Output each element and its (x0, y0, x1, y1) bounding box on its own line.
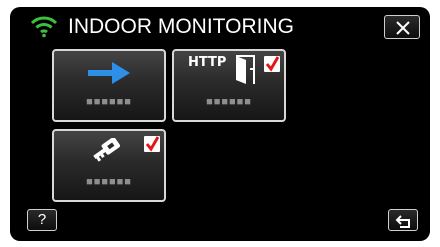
tile-label: ■■■■■■ (86, 96, 132, 108)
key-icon (93, 138, 121, 162)
door-icon (236, 55, 255, 84)
close-button[interactable] (384, 15, 420, 39)
back-button[interactable] (388, 209, 418, 231)
page-title: INDOOR MONITORING (68, 15, 294, 38)
tile-key-button[interactable]: ■■■■■■ (52, 129, 166, 202)
return-icon (395, 215, 410, 228)
wifi-icon (31, 16, 57, 38)
tile-http-button[interactable]: HTTP ■■■■■■ (172, 49, 286, 122)
screen: INDOOR MONITORING ■■■■■■ HTTP ■■■■■■ ■■■… (10, 7, 430, 241)
help-button[interactable]: ? (27, 209, 57, 231)
tile-label: ■■■■■■ (206, 96, 252, 108)
arrow-right-icon (88, 62, 130, 84)
checkbox-checked-icon (264, 56, 280, 72)
checkbox-checked-icon (144, 136, 160, 152)
tile-label: ■■■■■■ (86, 176, 132, 188)
tile-arrow-button[interactable]: ■■■■■■ (52, 49, 166, 122)
close-icon (396, 21, 410, 35)
http-label: HTTP (188, 55, 227, 70)
